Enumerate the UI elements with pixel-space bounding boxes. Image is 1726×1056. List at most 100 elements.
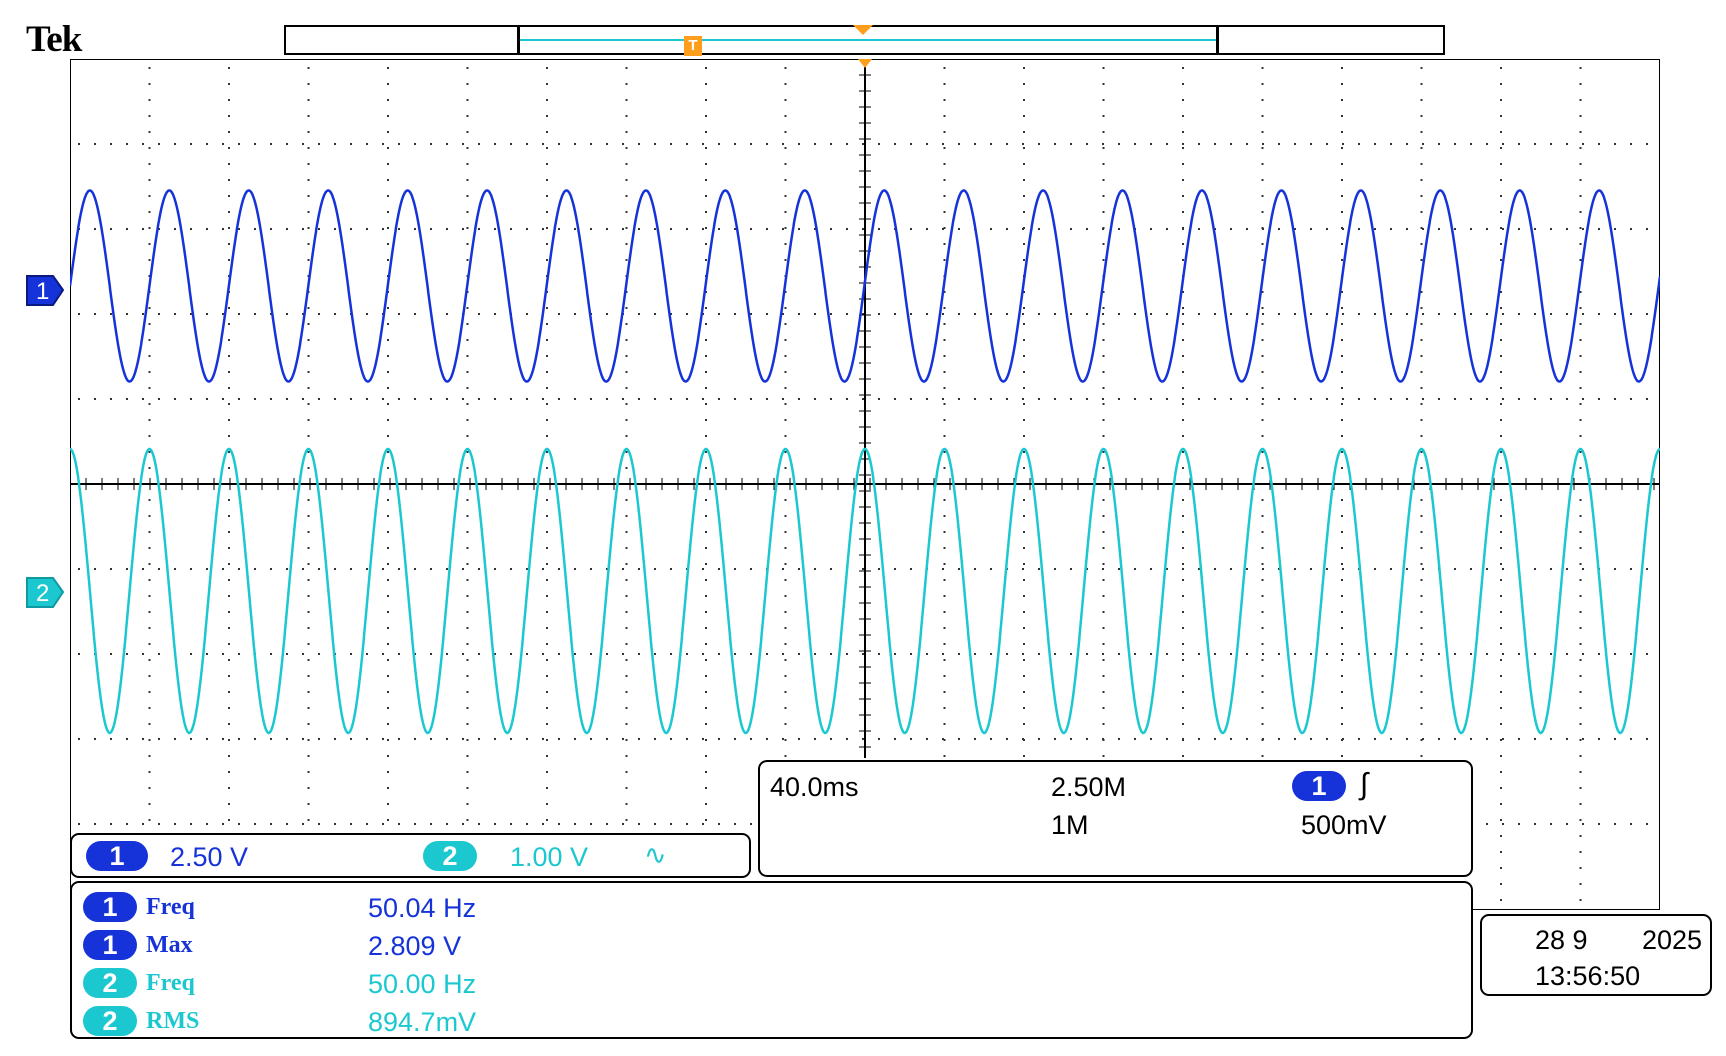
grid-dot <box>625 803 628 805</box>
grid-dot <box>542 823 544 825</box>
grid-dot <box>398 738 400 740</box>
grid-dot <box>318 313 320 315</box>
grid-dot <box>546 707 548 709</box>
grid-dot <box>606 823 608 825</box>
grid-dot <box>466 659 469 661</box>
grid-dot <box>1182 675 1184 677</box>
grid-dot <box>625 595 628 597</box>
measurements-panel[interactable]: 1 Freq 50.04 Hz 1 Max 2.809 V 2 Freq 50.… <box>70 881 1473 1039</box>
grid-dot <box>1214 398 1216 400</box>
grid-dot <box>1518 653 1520 655</box>
grid-dot <box>546 499 548 501</box>
channel-2-marker[interactable]: 2 <box>26 577 65 608</box>
grid-dot <box>1579 67 1582 69</box>
grid-dot <box>814 398 816 400</box>
grid-dot <box>466 371 469 373</box>
grid-dot <box>414 568 416 570</box>
grid-dot <box>1086 738 1088 740</box>
grid-dot <box>546 99 548 101</box>
grid-dot <box>1502 398 1504 400</box>
grid-dot <box>686 228 688 230</box>
grid-dot <box>1598 823 1600 825</box>
grid-dot <box>705 819 707 821</box>
grid-dot <box>625 755 628 757</box>
grid-dot <box>228 131 230 133</box>
grid-dot <box>466 819 469 821</box>
brand-logo: Tek <box>26 19 82 60</box>
grid-dot <box>1182 451 1184 453</box>
grid-dot <box>1150 653 1152 655</box>
grid-dot <box>625 627 628 629</box>
timebase-panel[interactable]: 40.0ms 2.50M 1M 1 ∫ 500mV <box>758 760 1473 877</box>
grid-dot <box>943 243 946 245</box>
grid-dot <box>148 179 151 181</box>
grid-dot <box>1518 398 1520 400</box>
grid-dot <box>798 313 800 315</box>
grid-dot <box>830 143 832 145</box>
grid-dot <box>1579 579 1582 581</box>
grid-dot <box>705 531 707 533</box>
grid-dot <box>148 371 151 373</box>
grid-dot <box>784 115 787 117</box>
grid-dot <box>830 568 832 570</box>
grid-dot <box>466 675 469 677</box>
grid-dot <box>1182 419 1184 421</box>
grid-dot <box>387 211 389 213</box>
grid-dot <box>148 547 151 549</box>
grid-dot <box>1166 398 1168 400</box>
grid-dot <box>1102 531 1105 533</box>
grid-dot <box>350 823 352 825</box>
grid-dot <box>750 738 752 740</box>
grid-dot <box>1310 398 1312 400</box>
grid-dot <box>307 83 310 85</box>
grid-dot <box>382 738 384 740</box>
grid-dot <box>622 228 624 230</box>
grid-dot <box>1134 568 1136 570</box>
grid-dot <box>1420 435 1423 437</box>
grid-dot <box>307 691 310 693</box>
grid-dot <box>1182 467 1184 469</box>
grid-dot <box>958 653 960 655</box>
grid-dot <box>1420 211 1423 213</box>
grid-dot <box>1342 568 1344 570</box>
grid-dot <box>142 568 144 570</box>
grid-dot <box>446 313 448 315</box>
grid-dot <box>238 568 240 570</box>
grid-dot <box>546 451 548 453</box>
grid-dot <box>1341 691 1343 693</box>
grid-dot <box>228 227 230 229</box>
grid-dot <box>307 195 310 197</box>
grid-dot <box>1579 179 1582 181</box>
grid-dot <box>307 227 310 229</box>
grid-dot <box>78 738 80 740</box>
grid-dot <box>1579 435 1582 437</box>
grid-dot <box>606 228 608 230</box>
grid-dot <box>148 675 151 677</box>
grid-dot <box>1358 313 1360 315</box>
grid-dot <box>307 355 310 357</box>
grid-dot <box>1182 115 1184 117</box>
grid-dot <box>990 143 992 145</box>
grid-dot <box>1261 627 1264 629</box>
grid-dot <box>148 755 151 757</box>
grid-dot <box>958 143 960 145</box>
grid-dot <box>625 259 628 261</box>
grid-dot <box>228 211 230 213</box>
grid-dot <box>526 398 528 400</box>
grid-dot <box>1070 228 1072 230</box>
grid-dot <box>1566 653 1568 655</box>
channel-1-marker[interactable]: 1 <box>26 275 65 306</box>
grid-dot <box>228 627 230 629</box>
grid-dot <box>1341 355 1343 357</box>
grid-dot <box>1341 611 1343 613</box>
grid-dot <box>625 643 628 645</box>
grid-dot <box>1262 143 1264 145</box>
grid-dot <box>830 398 832 400</box>
grid-dot <box>1102 499 1105 501</box>
grid-dot <box>1454 738 1456 740</box>
grid-dot <box>784 323 787 325</box>
grid-dot <box>387 355 389 357</box>
grid-dot <box>1500 739 1502 741</box>
grid-dot <box>606 398 608 400</box>
vertical-scale-panel[interactable]: 1 2.50 V 2 1.00 V ∿ <box>70 833 751 878</box>
